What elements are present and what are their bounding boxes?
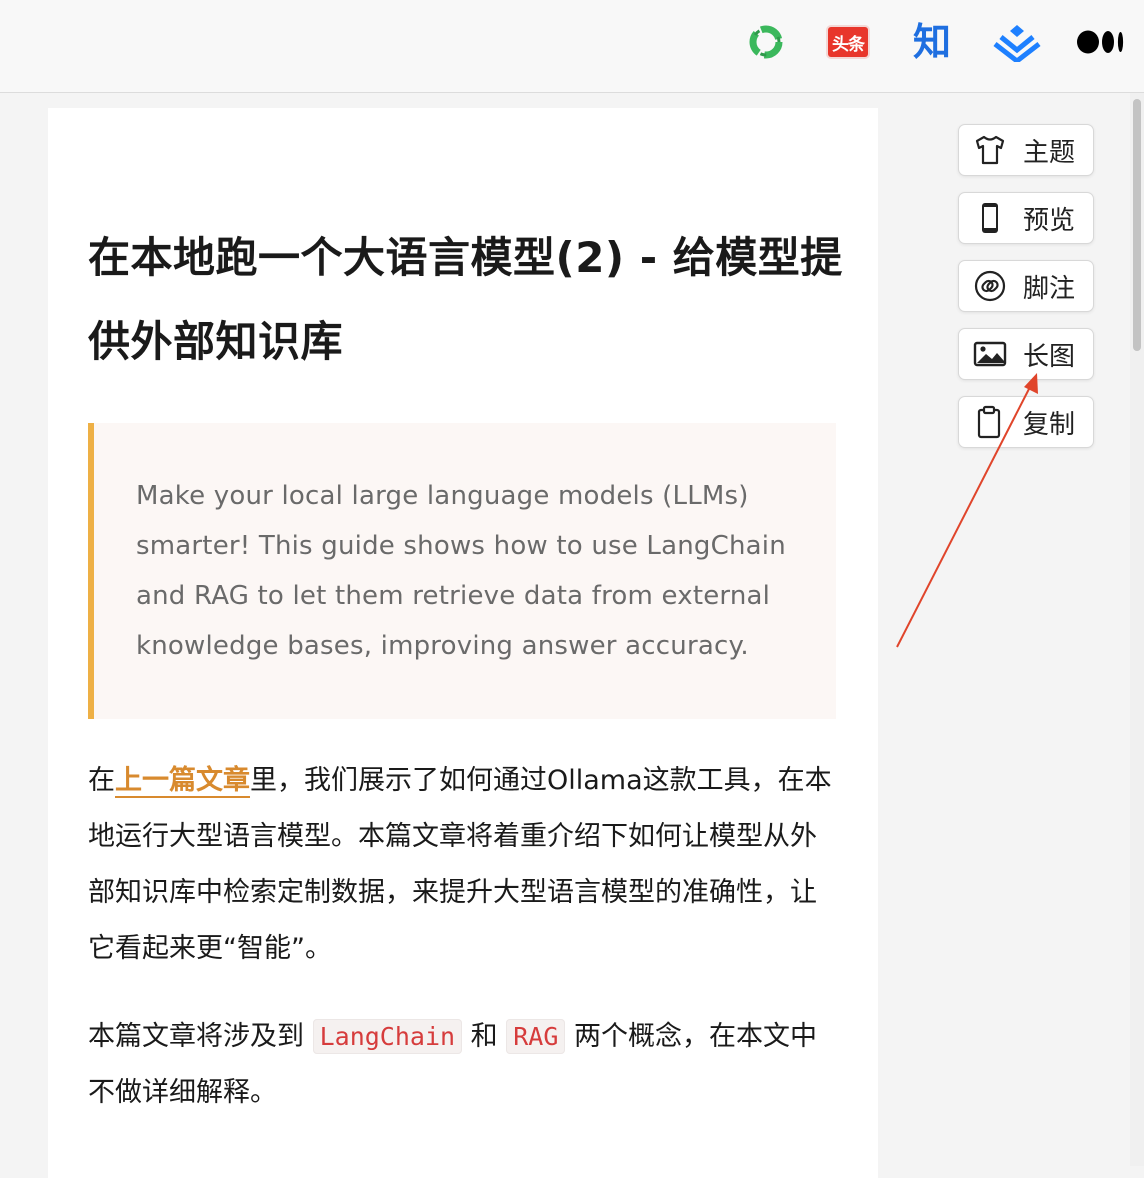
page-scrollbar[interactable] <box>1130 93 1144 1166</box>
summary-text: Make your local large language models (L… <box>136 481 786 661</box>
long-image-button[interactable]: 长图 <box>958 328 1094 380</box>
phone-icon <box>982 203 998 233</box>
scrollbar-thumb[interactable] <box>1133 99 1141 351</box>
toutiao-label: 头条 <box>828 27 868 57</box>
article-card: 在本地跑一个大语言模型(2) - 给模型提供外部知识库 Make your lo… <box>48 108 878 1178</box>
preview-label: 预览 <box>1023 205 1076 236</box>
juejin-icon[interactable] <box>990 20 1044 64</box>
medium-icon[interactable] <box>1074 20 1128 64</box>
image-icon <box>973 341 1007 367</box>
copy-label: 复制 <box>1023 409 1076 440</box>
article-title: 在本地跑一个大语言模型(2) - 给模型提供外部知识库 <box>88 233 843 366</box>
rag-code: RAG <box>506 1019 566 1054</box>
tshirt-icon <box>975 135 1005 165</box>
link-icon <box>974 270 1006 302</box>
preview-button[interactable]: 预览 <box>958 192 1094 244</box>
footnote-label: 脚注 <box>1023 273 1076 304</box>
wechat-icon[interactable] <box>744 20 788 64</box>
copy-button[interactable]: 复制 <box>958 396 1094 448</box>
long-image-label: 长图 <box>1023 341 1076 372</box>
clipboard-icon <box>977 405 1001 439</box>
toutiao-icon[interactable]: 头条 <box>826 20 870 64</box>
previous-article-link[interactable]: 上一篇文章 <box>115 765 250 798</box>
concepts-paragraph: 本篇文章将涉及到 LangChain 和 RAG 两个概念，在本文中不做详细解释… <box>88 1009 838 1121</box>
intro-text-start: 在 <box>88 765 115 796</box>
intro-paragraph: 在上一篇文章里，我们展示了如何通过Ollama这款工具，在本地运行大型语言模型。… <box>88 753 838 977</box>
footnote-button[interactable]: 脚注 <box>958 260 1094 312</box>
zhihu-icon[interactable]: 知 <box>908 20 956 64</box>
langchain-code: LangChain <box>312 1019 463 1054</box>
concepts-text-start: 本篇文章将涉及到 <box>88 1021 313 1052</box>
theme-button[interactable]: 主题 <box>958 124 1094 176</box>
concepts-text-and: 和 <box>462 1021 507 1052</box>
summary-blockquote: Make your local large language models (L… <box>88 423 836 719</box>
theme-label: 主题 <box>1023 137 1076 168</box>
browser-toolbar: 头条 知 <box>0 0 1144 93</box>
